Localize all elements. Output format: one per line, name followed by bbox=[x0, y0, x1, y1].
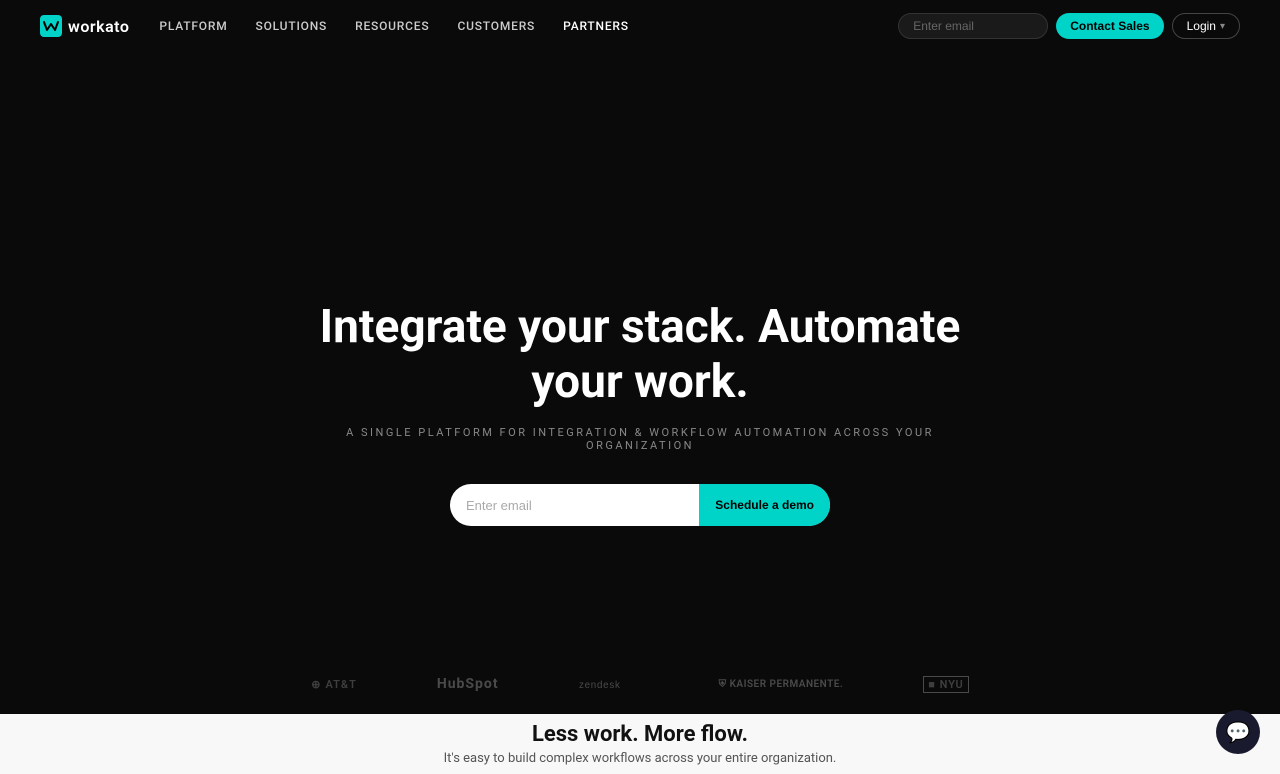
login-button[interactable]: Login ▾ bbox=[1172, 13, 1240, 39]
logo-text: workato bbox=[68, 17, 129, 36]
logo-att: ⊕ AT&T bbox=[311, 678, 357, 691]
chat-widget[interactable]: 💬 bbox=[1216, 710, 1260, 754]
hero-title: Integrate your stack. Automate your work… bbox=[290, 300, 990, 410]
nav-link-customers[interactable]: CUSTOMERS bbox=[457, 19, 535, 33]
navbar: workato PLATFORM SOLUTIONS RESOURCES CUS… bbox=[0, 0, 1280, 52]
schedule-demo-button[interactable]: Schedule a demo bbox=[699, 484, 830, 526]
bottom-subtitle: It's easy to build complex workflows acr… bbox=[444, 751, 837, 766]
bottom-section: Less work. More flow. It's easy to build… bbox=[0, 714, 1280, 774]
nav-link-resources[interactable]: RESOURCES bbox=[355, 19, 429, 33]
chevron-down-icon: ▾ bbox=[1220, 21, 1225, 32]
workato-logo-icon bbox=[40, 15, 62, 37]
svg-text:zendesk: zendesk bbox=[579, 680, 621, 691]
contact-sales-button[interactable]: Contact Sales bbox=[1056, 13, 1163, 39]
chat-icon: 💬 bbox=[1226, 720, 1251, 744]
nav-link-solutions[interactable]: SOLUTIONS bbox=[256, 19, 328, 33]
hero-subtitle: A SINGLE PLATFORM FOR INTEGRATION & WORK… bbox=[340, 426, 940, 452]
nav-right: Contact Sales Login ▾ bbox=[898, 13, 1240, 39]
logo-zendesk: zendesk bbox=[579, 674, 639, 694]
customer-logos: ⊕ AT&T HubSpot zendesk ⛨ KAISER PERMANEN… bbox=[0, 674, 1280, 694]
zendesk-icon: zendesk bbox=[579, 674, 639, 694]
page-container: workato PLATFORM SOLUTIONS RESOURCES CUS… bbox=[0, 0, 1280, 774]
nav-email-input[interactable] bbox=[898, 13, 1048, 39]
hero-section: Integrate your stack. Automate your work… bbox=[0, 0, 1280, 774]
logo-kaiser: ⛨ KAISER PERMANENTE. bbox=[719, 679, 844, 690]
hero-email-input[interactable] bbox=[450, 498, 699, 513]
bottom-title: Less work. More flow. bbox=[532, 722, 748, 747]
nav-links: PLATFORM SOLUTIONS RESOURCES CUSTOMERS P… bbox=[159, 19, 898, 33]
logo-nyu: ■ NYU bbox=[923, 676, 968, 693]
logo-link[interactable]: workato bbox=[40, 15, 129, 37]
nav-link-partners[interactable]: PARTNERS bbox=[563, 19, 629, 33]
att-icon: ⊕ bbox=[311, 678, 321, 691]
hero-form: Schedule a demo bbox=[450, 484, 830, 526]
logo-hubspot: HubSpot bbox=[437, 676, 499, 692]
nav-link-platform[interactable]: PLATFORM bbox=[159, 19, 227, 33]
